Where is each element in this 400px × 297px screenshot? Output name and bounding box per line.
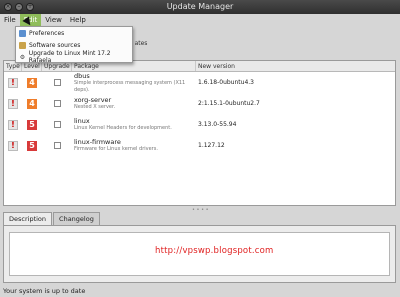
- package-version: 2:1.15.1-0ubuntu2.7: [198, 100, 260, 107]
- package-description: Simple interprocess messaging system (X1…: [74, 79, 186, 93]
- preferences-icon: [19, 29, 26, 37]
- header-new-version[interactable]: New version: [196, 61, 395, 71]
- level-badge: 5: [27, 140, 37, 151]
- upgrade-checkbox[interactable]: [53, 100, 61, 107]
- package-version: 1.6.18-0ubuntu4.3: [198, 79, 254, 86]
- upgrade-checkbox[interactable]: [53, 121, 61, 128]
- level-badge: 4: [27, 77, 37, 88]
- updates-list[interactable]: Type Level Upgrade Package New version !…: [3, 60, 396, 206]
- level-badge: 5: [27, 119, 37, 130]
- package-name: xorg-server: [74, 96, 112, 104]
- security-warning-icon: !: [8, 140, 18, 151]
- table-row[interactable]: ! 4 xorg-server Nested X server. 2:1.15.…: [4, 93, 395, 114]
- security-warning-icon: !: [8, 119, 18, 130]
- title-bar: × – + Update Manager: [0, 0, 400, 14]
- status-bar: Your system is up to date: [0, 285, 400, 297]
- table-row[interactable]: ! 5 linux Linux Kernel Headers for devel…: [4, 114, 395, 135]
- pane-resize-handle[interactable]: • • • •: [192, 207, 209, 213]
- tab-changelog[interactable]: Changelog: [53, 212, 100, 225]
- package-description: Firmware for Linux kernel drivers.: [74, 146, 158, 152]
- upgrade-checkbox[interactable]: [53, 79, 61, 86]
- package-name: linux-firmware: [74, 138, 121, 146]
- package-version: 3.13.0-55.94: [198, 121, 237, 128]
- level-badge: 4: [27, 98, 37, 109]
- menu-item-preferences[interactable]: Preferences: [16, 27, 132, 39]
- gear-icon: ⚙: [19, 53, 26, 61]
- package-description: Nested X server.: [74, 104, 116, 110]
- security-warning-icon: !: [8, 77, 18, 88]
- menu-item-upgrade-mint[interactable]: ⚙ Upgrade to Linux Mint 17.2 Rafaela: [16, 50, 132, 64]
- upgrade-checkbox[interactable]: [53, 142, 61, 149]
- details-tabs: Description Changelog: [3, 212, 101, 225]
- update-manager-window: × – + Update Manager File Edit View Help…: [0, 0, 400, 297]
- package-name: linux: [74, 117, 90, 125]
- window-title: Update Manager: [166, 2, 234, 11]
- tab-description[interactable]: Description: [3, 212, 53, 225]
- software-sources-icon: [19, 41, 26, 49]
- package-name: dbus: [74, 71, 90, 80]
- install-icon: [136, 30, 146, 40]
- watermark-url: http://vpswp.blogspot.com: [155, 246, 274, 256]
- table-row[interactable]: ! 4 dbus Simple interprocess messaging s…: [4, 72, 395, 93]
- package-description: Linux Kernel Headers for development.: [74, 125, 172, 131]
- security-warning-icon: !: [8, 98, 18, 109]
- table-row[interactable]: ! 5 linux-firmware Firmware for Linux ke…: [4, 135, 395, 156]
- edit-menu-dropdown: Preferences Software sources ⚙ Upgrade t…: [15, 26, 133, 64]
- package-version: 1.127.12: [198, 142, 225, 149]
